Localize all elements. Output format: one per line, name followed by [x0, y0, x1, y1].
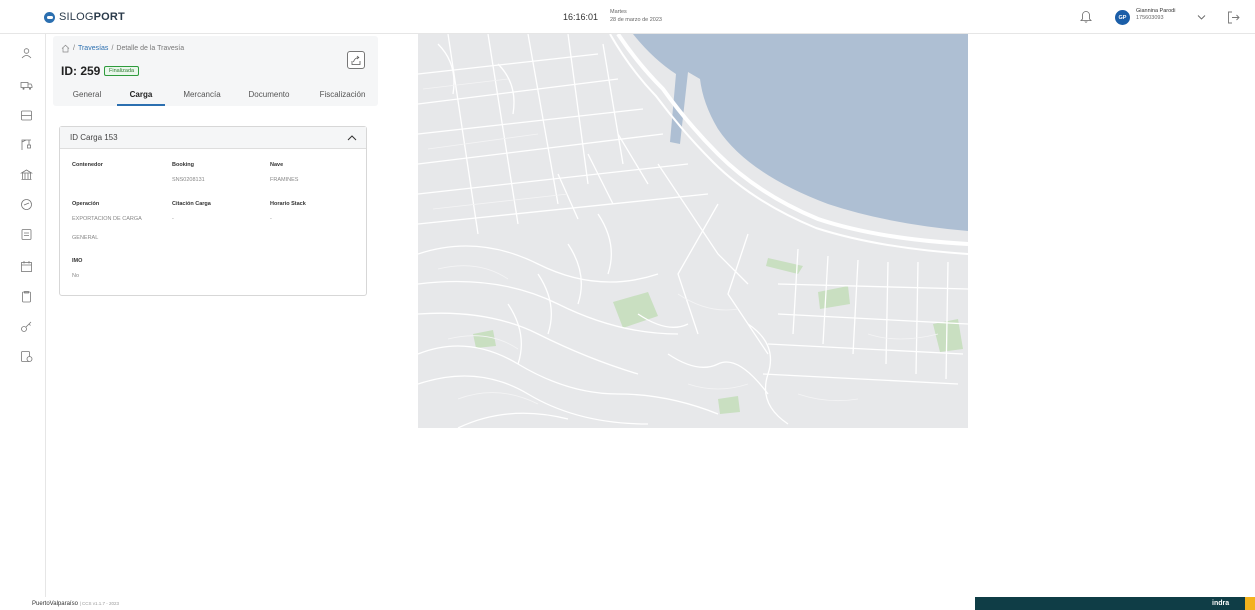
breadcrumb-travesias-link[interactable]: Travesías	[78, 45, 108, 52]
booking-value: SNS0208131	[172, 177, 205, 183]
calendar-icon[interactable]	[20, 260, 33, 273]
user-name: Giannina Parodi	[1136, 8, 1176, 14]
tab-fiscalizacion[interactable]: Fiscalización	[307, 85, 378, 106]
crane-icon[interactable]	[20, 138, 33, 151]
app-brand: SILOGPORT	[59, 11, 125, 23]
page-title: ID: 259	[61, 64, 101, 78]
side-navigation	[0, 34, 46, 597]
clock-time: 16:16:01	[563, 12, 599, 22]
nave-label: Nave	[270, 162, 284, 168]
top-header: SILOGPORT 16:16:01 Martes 28 de marzo de…	[0, 0, 1255, 34]
full-date: 28 de marzo de 2023	[610, 17, 662, 23]
clipboard-icon[interactable]	[20, 290, 33, 303]
breadcrumb-current: Detalle de la Travesía	[116, 45, 185, 52]
key-icon[interactable]	[20, 320, 33, 333]
operacion-value-line1: EXPORTACION DE CARGA	[72, 216, 142, 222]
map-view[interactable]	[418, 34, 968, 428]
booking-label: Booking	[172, 162, 194, 168]
tab-carga[interactable]: Carga	[117, 85, 165, 106]
operacion-label: Operación	[72, 201, 100, 207]
map-canvas[interactable]	[418, 34, 968, 428]
history-icon[interactable]	[20, 350, 33, 363]
footer-accent	[1245, 597, 1255, 610]
tab-general[interactable]: General	[61, 85, 113, 106]
logo-mark-icon	[44, 11, 55, 23]
horario-value: -	[270, 216, 272, 222]
chevron-up-icon[interactable]	[346, 132, 358, 144]
share-button[interactable]	[347, 51, 365, 69]
contenedor-label: Contenedor	[72, 162, 103, 168]
cargo-card-header[interactable]: ID Carga 153	[60, 127, 366, 149]
imo-value: No	[72, 273, 80, 279]
breadcrumb-separator: /	[111, 45, 114, 52]
notifications-bell-icon[interactable]	[1079, 10, 1093, 24]
citacion-label: Citación Carga	[172, 201, 211, 207]
date-display: Martes 28 de marzo de 2023	[610, 8, 662, 24]
route-icon[interactable]	[20, 198, 33, 211]
footer-bar	[975, 597, 1245, 610]
tab-mercancia[interactable]: Mercancía	[171, 85, 233, 106]
building-icon[interactable]	[20, 168, 33, 181]
cargo-card: ID Carga 153 Contenedor Booking SNS02081…	[59, 126, 367, 296]
user-avatar[interactable]: GP	[1115, 10, 1130, 25]
imo-label: IMO	[72, 258, 83, 264]
container-icon[interactable]	[20, 109, 33, 122]
footer-version: | CCS v1.1.7 - 2023	[79, 601, 120, 606]
home-icon[interactable]	[61, 44, 70, 53]
footer-info: PuertoValparaíso | CCS v1.1.7 - 2023	[32, 601, 119, 607]
nave-value: FRAMINES	[270, 177, 299, 183]
detail-tabs: General Carga Mercancía Documento Fiscal…	[61, 85, 378, 106]
footer-brand-logo: indra	[1212, 600, 1230, 607]
footer-place: PuertoValparaíso	[32, 601, 78, 607]
cargo-card-title: ID Carga 153	[70, 133, 118, 142]
weekday: Martes	[610, 9, 627, 15]
truck-icon[interactable]	[20, 79, 33, 92]
user-id: 175603093	[1136, 15, 1164, 21]
chevron-down-icon[interactable]	[1196, 12, 1207, 22]
horario-label: Horario Stack	[270, 201, 306, 207]
app-logo[interactable]: SILOGPORT	[44, 11, 125, 23]
logout-icon[interactable]	[1226, 10, 1241, 25]
document-icon[interactable]	[20, 228, 33, 241]
citacion-value: -	[172, 216, 174, 222]
operacion-value-line2: GENERAL	[72, 235, 99, 241]
status-badge: Finalizada	[104, 66, 140, 76]
tab-documento[interactable]: Documento	[237, 85, 301, 106]
users-icon[interactable]	[20, 47, 33, 60]
breadcrumb-separator: /	[73, 45, 75, 52]
share-icon	[351, 55, 361, 65]
breadcrumb: / Travesías / Detalle de la Travesía	[61, 44, 184, 53]
